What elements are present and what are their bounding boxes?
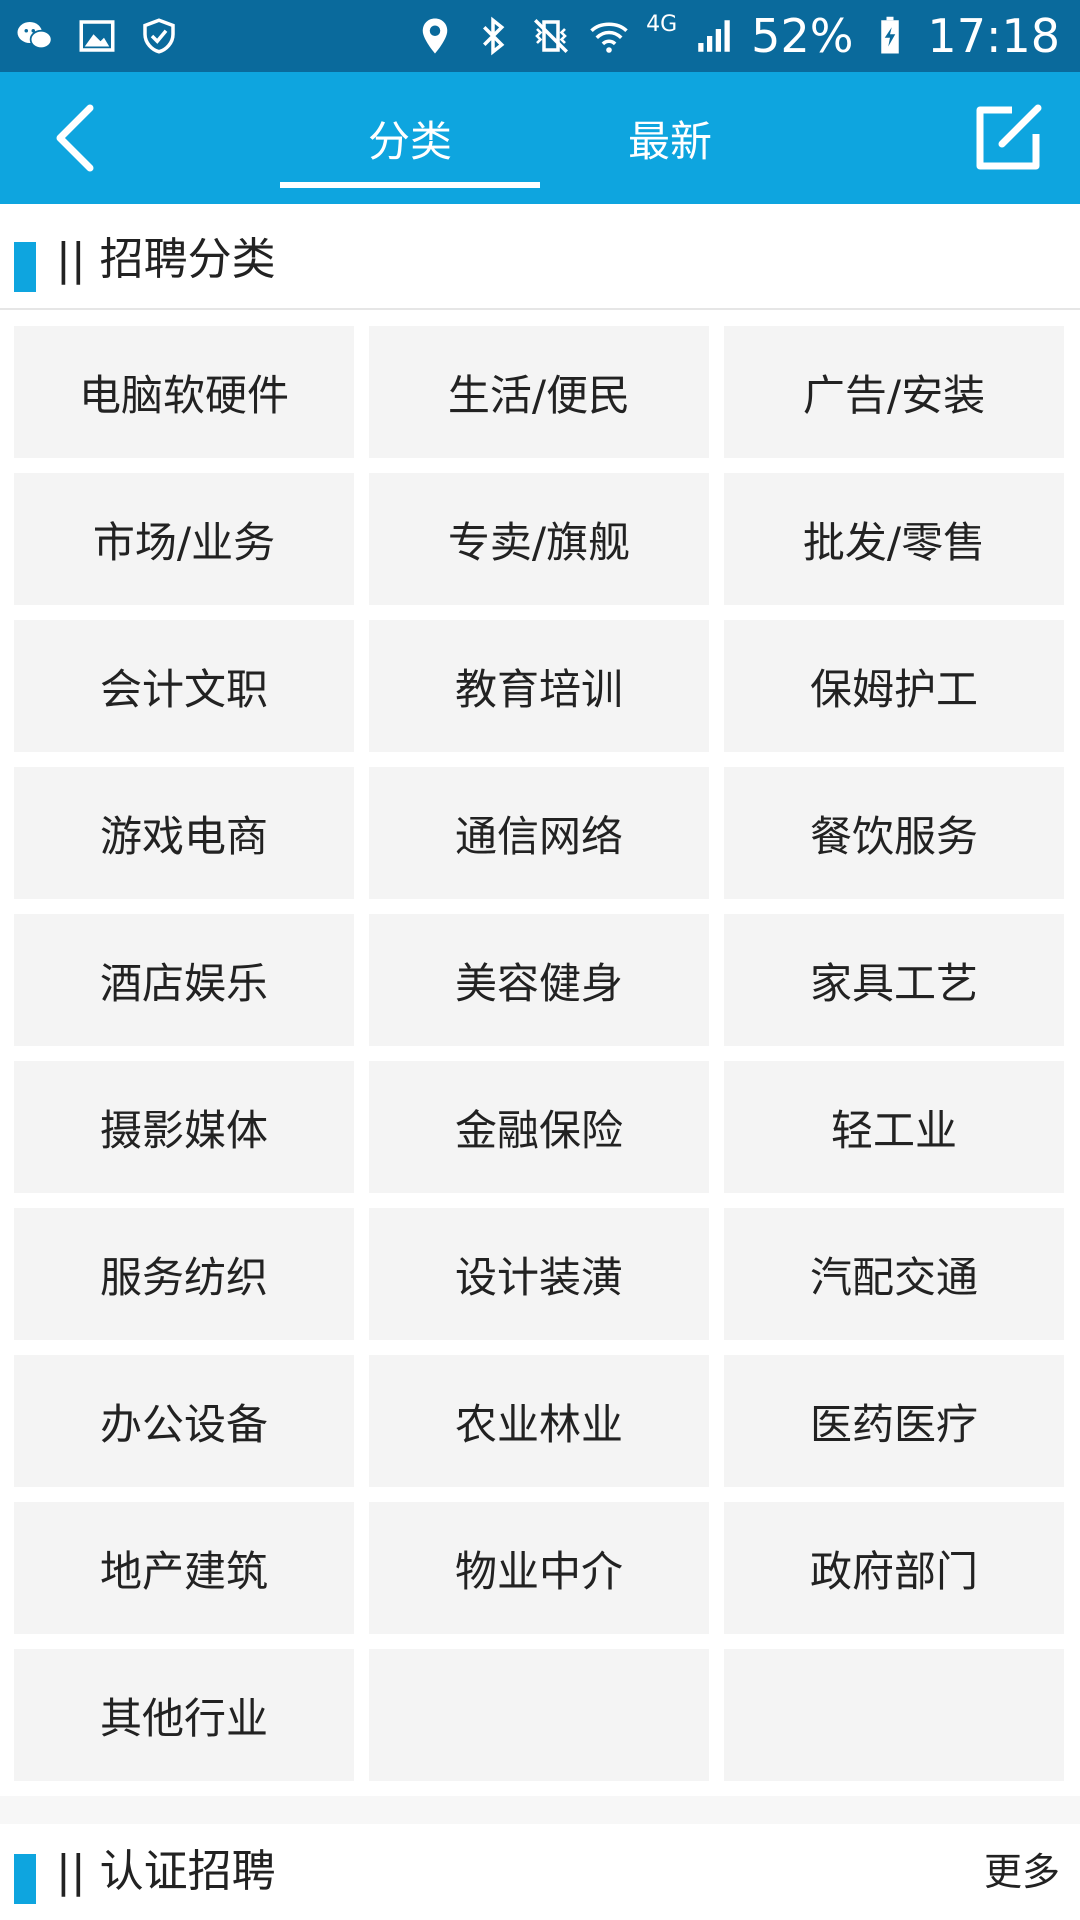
location-icon bbox=[414, 15, 456, 57]
category-item[interactable]: 保姆护工 bbox=[724, 620, 1064, 752]
gallery-icon bbox=[76, 15, 118, 57]
category-item[interactable]: 办公设备 bbox=[14, 1355, 354, 1487]
signal-icon bbox=[693, 15, 735, 57]
back-button[interactable] bbox=[30, 94, 118, 182]
shield-icon bbox=[138, 15, 180, 57]
category-item[interactable]: 轻工业 bbox=[724, 1061, 1064, 1193]
category-item[interactable]: 家具工艺 bbox=[724, 914, 1064, 1046]
wifi-icon bbox=[588, 15, 630, 57]
section-accent-bar bbox=[14, 1854, 36, 1904]
category-item[interactable]: 地产建筑 bbox=[14, 1502, 354, 1634]
category-item[interactable]: 教育培训 bbox=[369, 620, 709, 752]
more-link[interactable]: 更多 bbox=[984, 1824, 1060, 1920]
category-item[interactable]: 汽配交通 bbox=[724, 1208, 1064, 1340]
category-item[interactable]: 会计文职 bbox=[14, 620, 354, 752]
category-item[interactable]: 通信网络 bbox=[369, 767, 709, 899]
category-item[interactable]: 餐饮服务 bbox=[724, 767, 1064, 899]
edit-icon bbox=[976, 104, 1042, 170]
category-item[interactable]: 游戏电商 bbox=[14, 767, 354, 899]
category-item[interactable]: 农业林业 bbox=[369, 1355, 709, 1487]
top-navbar: 分类 最新 bbox=[0, 72, 1080, 204]
category-item[interactable]: 医药医疗 bbox=[724, 1355, 1064, 1487]
network-type: 4G bbox=[646, 12, 678, 37]
category-item[interactable]: 服务纺织 bbox=[14, 1208, 354, 1340]
clock: 17:18 bbox=[927, 9, 1060, 63]
category-item[interactable]: 物业中介 bbox=[369, 1502, 709, 1634]
section-title: || 认证招聘 bbox=[56, 1846, 276, 1897]
category-item[interactable]: 政府部门 bbox=[724, 1502, 1064, 1634]
category-item[interactable]: 其他行业 bbox=[14, 1649, 354, 1781]
battery-icon bbox=[869, 15, 911, 57]
category-item[interactable]: 设计装潢 bbox=[369, 1208, 709, 1340]
vibrate-icon bbox=[530, 15, 572, 57]
edit-button[interactable] bbox=[962, 92, 1054, 184]
category-item[interactable]: 市场/业务 bbox=[14, 473, 354, 605]
active-tab-indicator bbox=[280, 182, 540, 188]
category-item[interactable]: 摄影媒体 bbox=[14, 1061, 354, 1193]
category-item[interactable]: 批发/零售 bbox=[724, 473, 1064, 605]
category-item[interactable]: 广告/安装 bbox=[724, 326, 1064, 458]
chevron-left-icon bbox=[56, 104, 94, 172]
section-accent-bar bbox=[14, 242, 36, 292]
section-divider bbox=[0, 1796, 1080, 1824]
category-item[interactable]: 电脑软硬件 bbox=[14, 326, 354, 458]
empty-cell bbox=[724, 1649, 1064, 1781]
category-item[interactable]: 专卖/旗舰 bbox=[369, 473, 709, 605]
category-item[interactable]: 生活/便民 bbox=[369, 326, 709, 458]
bluetooth-icon bbox=[472, 15, 514, 57]
category-item[interactable]: 酒店娱乐 bbox=[14, 914, 354, 1046]
section-header-categories: || 招聘分类 bbox=[0, 212, 1080, 310]
battery-percent: 52% bbox=[751, 9, 854, 63]
status-bar: 4G 52% 17:18 bbox=[0, 0, 1080, 72]
section-title: || 招聘分类 bbox=[56, 234, 276, 285]
empty-cell bbox=[369, 1649, 709, 1781]
tab-latest[interactable]: 最新 bbox=[540, 72, 800, 204]
wechat-icon bbox=[14, 15, 56, 57]
section-header-certified: || 认证招聘 更多 bbox=[0, 1824, 1080, 1920]
category-item[interactable]: 美容健身 bbox=[369, 914, 709, 1046]
category-item[interactable]: 金融保险 bbox=[369, 1061, 709, 1193]
